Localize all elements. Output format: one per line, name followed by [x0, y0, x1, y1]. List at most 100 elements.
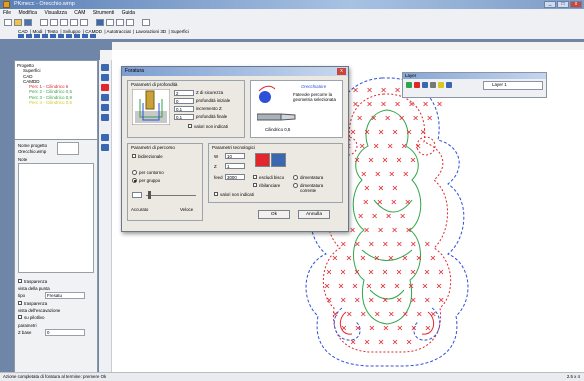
zbase-input[interactable]: 0	[45, 329, 85, 336]
new-file-icon[interactable]	[4, 19, 12, 26]
menu-modifica[interactable]: Modifica	[15, 9, 40, 16]
tool-icon[interactable]	[26, 34, 32, 38]
prof-finale-input[interactable]: 0,1	[174, 114, 194, 120]
redo-icon[interactable]	[80, 19, 88, 26]
tool-icon[interactable]	[66, 34, 72, 38]
escludi-checkbox[interactable]	[253, 175, 257, 179]
drill-mark	[354, 269, 360, 275]
dim-corrente-radio[interactable]	[293, 183, 298, 188]
paste-icon[interactable]	[60, 19, 68, 26]
tipo-select[interactable]: Fresatu	[45, 292, 85, 299]
mirror-icon[interactable]	[101, 114, 109, 121]
save-icon[interactable]	[24, 19, 32, 26]
drill-mark	[403, 171, 409, 177]
tab-autotracciat[interactable]: Autotracciat	[107, 29, 131, 34]
menu-guida[interactable]: Guida	[119, 9, 138, 16]
valori-nc-checkbox[interactable]	[188, 124, 192, 128]
cut-icon[interactable]	[40, 19, 48, 26]
close-button[interactable]: x	[570, 1, 582, 8]
tool-icon[interactable]	[42, 34, 48, 38]
tool-icon[interactable]	[82, 34, 88, 38]
layer-lock-icon[interactable]	[414, 82, 420, 88]
tool-icon[interactable]	[34, 34, 40, 38]
drill-mark	[389, 311, 394, 317]
drill-mark	[438, 269, 444, 275]
drill-mark	[396, 269, 402, 275]
undo-icon[interactable]	[70, 19, 78, 26]
tab-superfici[interactable]: Superfici	[171, 29, 189, 34]
drill-mark	[358, 213, 363, 219]
zoom-fit-icon[interactable]	[106, 19, 114, 26]
feed-input[interactable]: 3000	[225, 174, 245, 180]
menu-file[interactable]: File	[0, 9, 14, 16]
z-input[interactable]: 1	[225, 163, 245, 169]
w-input[interactable]: 10	[225, 153, 245, 159]
mode-tabs: CAD | Modi | Testo | Sviluppo | CAMDD | …	[0, 28, 584, 39]
maximize-button[interactable]: □	[557, 1, 569, 8]
delete-icon[interactable]	[101, 84, 109, 91]
dimentatura-radio[interactable]	[293, 175, 298, 180]
help-icon[interactable]	[142, 19, 150, 26]
tool-icon[interactable]	[90, 34, 96, 38]
menu-strumenti[interactable]: Strumenti	[90, 9, 117, 16]
layer-visible-icon[interactable]	[406, 82, 412, 88]
per-contorno-radio[interactable]	[132, 170, 137, 175]
trasparenza2-checkbox[interactable]	[18, 301, 22, 305]
coolant-icon[interactable]	[271, 153, 286, 167]
drill-mark	[378, 129, 384, 135]
layers-icon[interactable]	[126, 19, 134, 26]
tool-icon[interactable]	[74, 34, 80, 38]
valori-nc2-checkbox[interactable]	[214, 192, 218, 196]
layer-select[interactable]: Layer 1	[483, 81, 543, 90]
per-gruppo-radio[interactable]	[132, 178, 137, 183]
layer-delete-icon[interactable]	[430, 82, 436, 88]
drill-mark	[422, 283, 428, 289]
layer-color-icon[interactable]	[438, 82, 444, 88]
tool-icon[interactable]	[18, 34, 24, 38]
layer-add-icon[interactable]	[422, 82, 428, 88]
prof-iniziale-input[interactable]: 0	[174, 98, 194, 104]
color-swatch[interactable]	[57, 142, 79, 155]
spindle-icon[interactable]	[255, 153, 270, 167]
tab-lavorazioni-3d[interactable]: Lavorazioni 3D	[136, 29, 167, 34]
annulla-button[interactable]: Annulla	[298, 210, 330, 219]
rotate-icon[interactable]	[101, 104, 109, 111]
dialog-close-button[interactable]: x	[337, 68, 346, 75]
tool-icon[interactable]	[50, 34, 56, 38]
minimize-button[interactable]: _	[544, 1, 556, 8]
ok-button[interactable]: Ok	[258, 210, 290, 219]
drill-mark	[354, 297, 360, 303]
scavo-section-label: vista dell'escavazione	[18, 308, 61, 313]
select-icon[interactable]	[101, 64, 109, 71]
precision-slider-thumb[interactable]	[148, 191, 151, 199]
open-folder-icon[interactable]	[14, 19, 22, 26]
menu-cam[interactable]: CAM	[71, 9, 88, 16]
move-icon[interactable]	[101, 94, 109, 101]
copy-icon[interactable]	[50, 19, 58, 26]
zoom-icon[interactable]	[101, 74, 109, 81]
note-textarea[interactable]	[18, 163, 94, 273]
trasparenza-checkbox[interactable]	[18, 279, 22, 283]
layer-props-icon[interactable]	[446, 82, 452, 88]
bidirezionale-checkbox[interactable]	[132, 154, 136, 158]
rebalancing-checkbox[interactable]	[253, 183, 257, 187]
precision-slider-track[interactable]	[146, 195, 196, 196]
menu-visualizza[interactable]: Visualizza	[41, 9, 69, 16]
properties-panel: Nome progetto Orecchio.wrnp Note traspar…	[15, 139, 97, 372]
drill-mark	[350, 227, 355, 233]
drill-mark	[395, 101, 400, 107]
print-icon[interactable]	[101, 134, 109, 141]
drill-mark	[409, 101, 414, 107]
export-icon[interactable]	[101, 144, 109, 151]
incremento-input[interactable]: 0,1	[174, 106, 194, 112]
solo-checkbox[interactable]	[18, 315, 22, 319]
tree-path-4[interactable]: Perc 4 - Cilindrico 0,5	[17, 100, 95, 105]
drill-mark	[368, 269, 374, 275]
drill-mark	[369, 241, 374, 247]
precision-input[interactable]	[132, 192, 142, 198]
grid-icon[interactable]	[116, 19, 124, 26]
z-sicurezza-input[interactable]: 2	[174, 90, 194, 96]
tool-icon[interactable]	[58, 34, 64, 38]
zoom-icon[interactable]	[96, 19, 104, 26]
drill-mark	[392, 185, 398, 191]
